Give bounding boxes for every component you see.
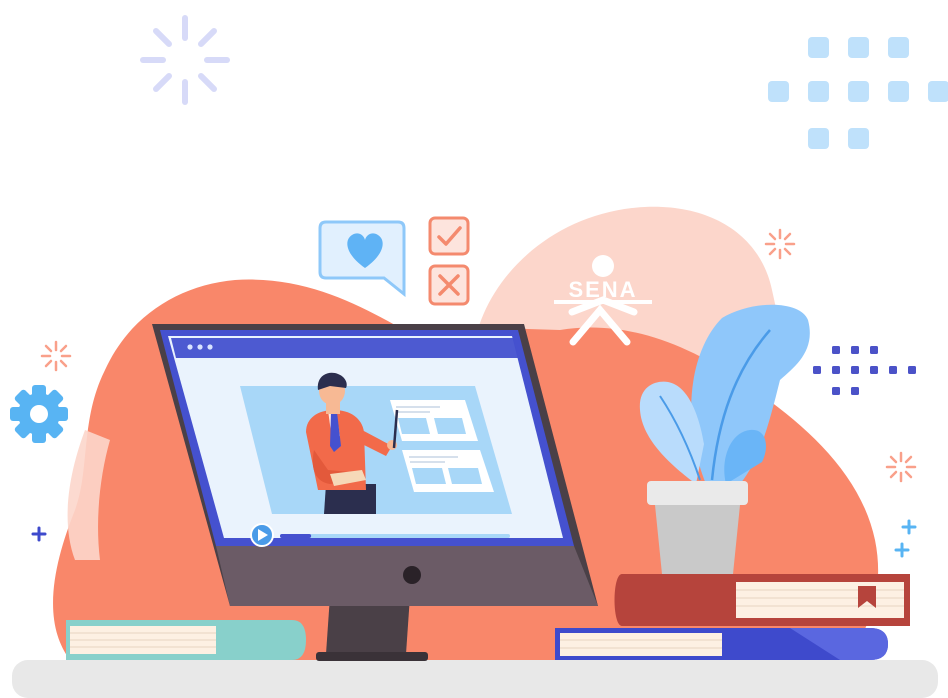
heart-chat-bubble (318, 220, 406, 298)
small-sparkle-icon (764, 228, 796, 260)
dot-cluster-decoration (813, 346, 916, 395)
small-sparkle-icon (40, 340, 72, 372)
slide-card (390, 400, 478, 441)
checkbox-checked-icon (428, 216, 470, 256)
checkbox-cross-icon (428, 264, 470, 306)
gear-icon (10, 385, 68, 443)
play-icon[interactable] (250, 523, 274, 547)
shelf (12, 660, 938, 698)
slide-card (402, 450, 494, 492)
dot-grid-decoration (768, 37, 948, 149)
webcam-button (403, 566, 421, 584)
blue-book (555, 628, 888, 660)
window-dot (207, 344, 213, 350)
small-sparkle-icon (885, 451, 917, 483)
sparkle-icon (140, 15, 230, 105)
red-book (614, 574, 910, 626)
e-learning-illustration: SENA (0, 0, 948, 698)
plant-pot (647, 481, 748, 574)
window-dot (197, 344, 203, 350)
plus-icon (31, 526, 47, 542)
window-dot (187, 344, 193, 350)
plus-icon (894, 519, 917, 558)
teal-book (66, 620, 306, 660)
